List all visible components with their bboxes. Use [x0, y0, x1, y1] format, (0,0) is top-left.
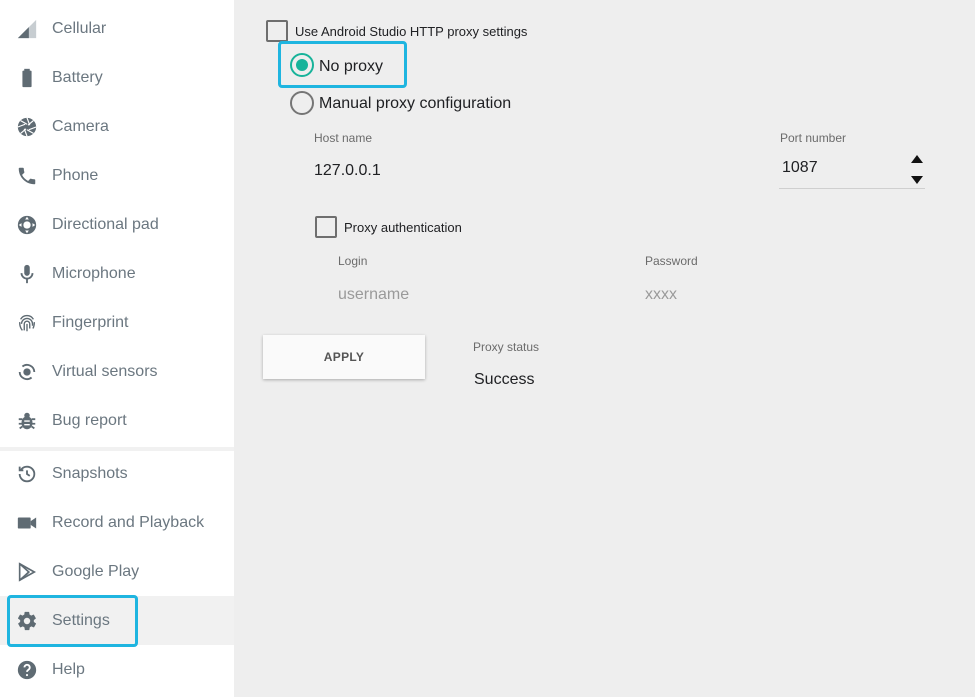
sidebar-item-cellular[interactable]: Cellular	[0, 4, 234, 53]
sidebar: Cellular Battery Camera Phone Directiona…	[0, 0, 234, 697]
proxy-authentication-checkbox[interactable]	[315, 216, 337, 238]
sidebar-item-label: Virtual sensors	[52, 362, 158, 380]
sidebar-item-virtual-sensors[interactable]: Virtual sensors	[0, 347, 234, 396]
virtual-sensors-icon	[15, 360, 39, 384]
dpad-icon	[15, 213, 39, 237]
sidebar-item-google-play[interactable]: Google Play	[0, 547, 234, 596]
sidebar-item-directional-pad[interactable]: Directional pad	[0, 200, 234, 249]
sidebar-item-label: Microphone	[52, 264, 136, 282]
sidebar-item-microphone[interactable]: Microphone	[0, 249, 234, 298]
sidebar-item-snapshots[interactable]: Snapshots	[0, 449, 234, 498]
battery-icon	[15, 66, 39, 90]
google-play-icon	[15, 560, 39, 584]
phone-icon	[15, 164, 39, 188]
sidebar-item-phone[interactable]: Phone	[0, 151, 234, 200]
bug-icon	[15, 409, 39, 433]
host-name-input[interactable]: 127.0.0.1	[314, 162, 381, 180]
apply-button[interactable]: APPLY	[263, 335, 425, 379]
proxy-status-value: Success	[474, 371, 535, 388]
sidebar-item-record-and-playback[interactable]: Record and Playback	[0, 498, 234, 547]
login-caption: Login	[338, 254, 368, 268]
fingerprint-icon	[15, 311, 39, 335]
manual-proxy-label: Manual proxy configuration	[319, 95, 512, 112]
proxy-authentication-label: Proxy authentication	[344, 220, 462, 235]
sidebar-item-label: Fingerprint	[52, 313, 129, 331]
sidebar-item-label: Cellular	[52, 19, 107, 37]
host-name-caption: Host name	[314, 131, 373, 145]
sidebar-item-label: Google Play	[52, 562, 140, 580]
sidebar-item-label: Battery	[52, 68, 103, 86]
sidebar-item-battery[interactable]: Battery	[0, 53, 234, 102]
sidebar-item-help[interactable]: Help	[0, 645, 234, 694]
settings-highlight-box	[7, 595, 138, 647]
sidebar-item-label: Directional pad	[52, 215, 159, 233]
port-increment-icon[interactable]	[911, 155, 923, 163]
video-camera-icon	[15, 511, 39, 535]
help-icon	[15, 658, 39, 682]
manual-proxy-radio[interactable]	[290, 91, 314, 115]
sidebar-item-camera[interactable]: Camera	[0, 102, 234, 151]
login-input[interactable]: username	[338, 286, 409, 304]
no-proxy-label: No proxy	[319, 58, 384, 75]
sidebar-item-fingerprint[interactable]: Fingerprint	[0, 298, 234, 347]
cellular-signal-icon	[15, 17, 39, 41]
proxy-settings-panel: Use Android Studio HTTP proxy settings N…	[234, 0, 975, 697]
port-number-underline	[779, 188, 925, 189]
sidebar-item-label: Bug report	[52, 411, 127, 429]
microphone-icon	[15, 262, 39, 286]
port-number-input[interactable]: 1087	[782, 159, 818, 177]
no-proxy-radio[interactable]	[290, 53, 314, 77]
sidebar-item-label: Help	[52, 660, 85, 678]
sidebar-item-bug-report[interactable]: Bug report	[0, 396, 234, 445]
password-input[interactable]: xxxx	[645, 286, 677, 304]
sidebar-item-label: Phone	[52, 166, 99, 184]
sidebar-item-label: Record and Playback	[52, 513, 205, 531]
sidebar-item-label: Snapshots	[52, 464, 128, 482]
history-icon	[15, 462, 39, 486]
port-number-caption: Port number	[780, 131, 847, 145]
sidebar-item-label: Camera	[52, 117, 109, 135]
camera-aperture-icon	[15, 115, 39, 139]
proxy-status-caption: Proxy status	[473, 340, 540, 354]
port-decrement-icon[interactable]	[911, 176, 923, 184]
password-caption: Password	[645, 254, 698, 268]
use-studio-proxy-label: Use Android Studio HTTP proxy settings	[295, 24, 528, 39]
use-studio-proxy-checkbox[interactable]	[266, 20, 288, 42]
